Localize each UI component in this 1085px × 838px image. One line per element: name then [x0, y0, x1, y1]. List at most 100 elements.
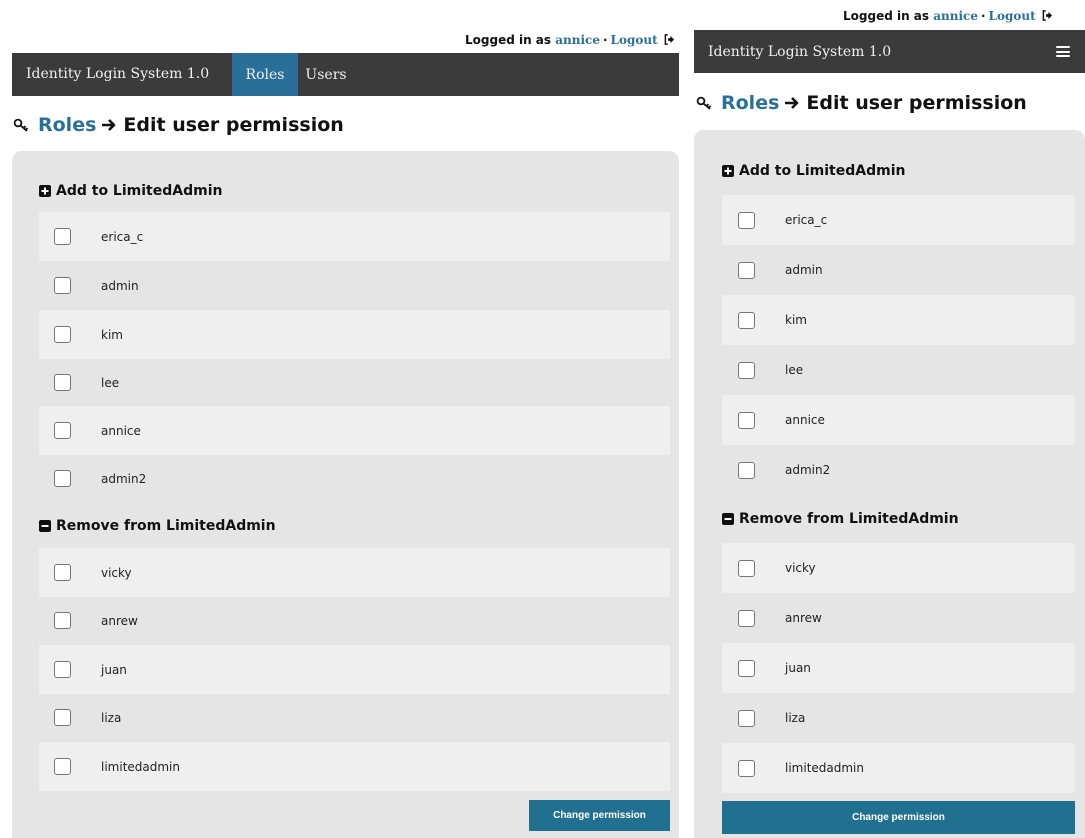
user-name: juan [785, 661, 811, 675]
user-name: admin [101, 278, 139, 293]
user-name: erica_c [101, 229, 144, 244]
separator: · [980, 9, 986, 23]
plus-square-icon [722, 165, 734, 177]
logout-icon[interactable] [664, 34, 675, 45]
add-user-checkbox[interactable] [738, 211, 755, 229]
breadcrumb-roles-link[interactable]: Roles [721, 92, 779, 114]
add-section-title: Add to LimitedAdmin [39, 183, 222, 199]
add-user-row[interactable]: erica_c [722, 195, 1075, 245]
remove-section-title: Remove from LimitedAdmin [39, 518, 276, 534]
remove-user-row[interactable]: anrew [722, 593, 1075, 643]
logout-link[interactable]: Logout [611, 33, 658, 47]
add-section-title-text: Add to LimitedAdmin [739, 163, 906, 179]
remove-user-checkbox[interactable] [738, 759, 755, 777]
user-name: erica_c [785, 213, 828, 227]
remove-user-checkbox[interactable] [54, 612, 71, 629]
add-user-row[interactable]: annice [39, 406, 670, 455]
remove-user-row[interactable]: limitedadmin [39, 742, 670, 791]
user-name: kim [101, 327, 123, 342]
username-link[interactable]: annice [933, 9, 978, 23]
add-user-row[interactable]: kim [722, 295, 1075, 345]
remove-user-checkbox[interactable] [54, 661, 71, 678]
add-user-checkbox[interactable] [738, 261, 755, 279]
change-permission-button[interactable]: Change permission [529, 800, 670, 831]
remove-user-checkbox[interactable] [54, 709, 71, 726]
add-user-row[interactable]: admin2 [722, 445, 1075, 495]
add-user-row[interactable]: annice [722, 395, 1075, 445]
add-user-checkbox[interactable] [738, 311, 755, 329]
page-title: Roles Edit user permission [696, 92, 1027, 114]
add-user-row[interactable]: admin2 [39, 454, 670, 503]
user-name: limitedadmin [785, 761, 864, 775]
remove-user-checkbox[interactable] [738, 709, 755, 727]
add-user-row[interactable]: admin [39, 261, 670, 310]
remove-user-checkbox[interactable] [54, 564, 71, 581]
add-user-checkbox[interactable] [54, 422, 71, 439]
username-link[interactable]: annice [555, 33, 600, 47]
arrow-right-icon [785, 97, 799, 109]
change-permission-button[interactable]: Change permission [722, 801, 1075, 834]
permission-panel: Add to LimitedAdmin erica_c admin kim le… [694, 130, 1085, 838]
remove-user-checkbox[interactable] [54, 758, 71, 775]
logout-icon[interactable] [1042, 10, 1053, 21]
add-user-checkbox[interactable] [738, 411, 755, 429]
add-user-checkbox[interactable] [738, 461, 755, 479]
minus-square-icon [722, 513, 734, 525]
page-title-text: Edit user permission [806, 92, 1027, 114]
tab-users[interactable]: Users [298, 53, 354, 96]
tab-roles[interactable]: Roles [232, 53, 298, 96]
page-title-text: Edit user permission [123, 114, 344, 136]
remove-user-checkbox[interactable] [738, 559, 755, 577]
remove-user-row[interactable]: limitedadmin [722, 743, 1075, 793]
add-user-row[interactable]: lee [39, 358, 670, 407]
add-user-row[interactable]: lee [722, 345, 1075, 395]
remove-user-row[interactable]: vicky [722, 543, 1075, 593]
remove-user-checkbox[interactable] [738, 609, 755, 627]
user-name: liza [785, 711, 806, 725]
brand-title[interactable]: Identity Login System 1.0 [26, 66, 209, 82]
user-name: vicky [785, 561, 816, 575]
user-name: anrew [785, 611, 822, 625]
add-user-checkbox[interactable] [54, 277, 71, 294]
key-icon [13, 118, 29, 132]
brand-title[interactable]: Identity Login System 1.0 [708, 44, 891, 60]
add-user-checkbox[interactable] [738, 361, 755, 379]
permission-panel: Add to LimitedAdmin erica_c admin kim le… [12, 151, 679, 838]
user-name: anrew [101, 613, 138, 628]
remove-user-row[interactable]: anrew [39, 596, 670, 645]
user-name: lee [101, 375, 120, 390]
arrow-right-icon [102, 119, 116, 131]
user-name: vicky [101, 565, 132, 580]
remove-user-row[interactable]: juan [722, 643, 1075, 693]
navbar: Identity Login System 1.0 Roles Users [12, 53, 679, 96]
breadcrumb-roles-link[interactable]: Roles [38, 114, 96, 136]
remove-user-row[interactable]: vicky [39, 548, 670, 597]
add-section-title-text: Add to LimitedAdmin [56, 183, 223, 199]
remove-section-title-text: Remove from LimitedAdmin [739, 511, 959, 527]
remove-user-checkbox[interactable] [738, 659, 755, 677]
login-status: Logged in as annice · Logout [465, 33, 675, 47]
remove-user-row[interactable]: liza [39, 693, 670, 742]
logged-in-label: Logged in as [465, 33, 552, 47]
remove-user-row[interactable]: juan [39, 645, 670, 694]
key-icon [696, 96, 712, 110]
user-name: kim [785, 313, 807, 327]
minus-square-icon [39, 520, 51, 532]
remove-section-title: Remove from LimitedAdmin [722, 511, 959, 527]
add-user-checkbox[interactable] [54, 326, 71, 343]
add-user-checkbox[interactable] [54, 374, 71, 391]
login-status: Logged in as annice · Logout [843, 9, 1053, 23]
user-name: admin2 [101, 471, 147, 486]
logged-in-label: Logged in as [843, 9, 930, 23]
add-user-checkbox[interactable] [54, 470, 71, 487]
add-user-row[interactable]: admin [722, 245, 1075, 295]
add-user-checkbox[interactable] [54, 228, 71, 245]
add-user-row[interactable]: erica_c [39, 212, 670, 261]
remove-user-row[interactable]: liza [722, 693, 1075, 743]
user-name: liza [101, 710, 122, 725]
navbar: Identity Login System 1.0 [694, 30, 1085, 73]
logout-link[interactable]: Logout [989, 9, 1036, 23]
hamburger-menu-icon[interactable] [1056, 46, 1070, 57]
remove-section-title-text: Remove from LimitedAdmin [56, 518, 276, 534]
add-user-row[interactable]: kim [39, 310, 670, 359]
